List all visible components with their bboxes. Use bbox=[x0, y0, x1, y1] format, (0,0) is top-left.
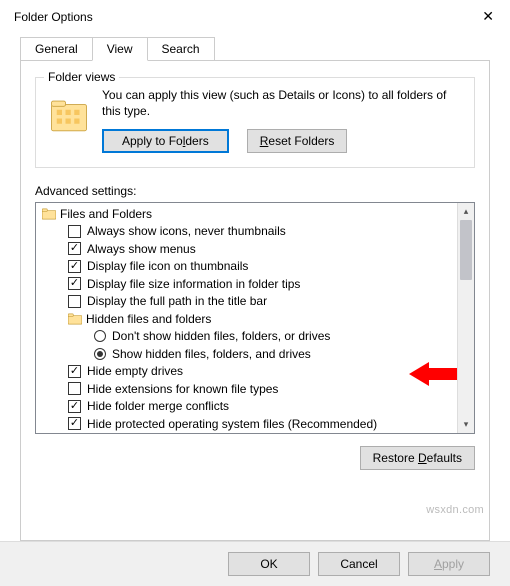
tree-row[interactable]: Show hidden files, folders, and drives bbox=[38, 345, 457, 363]
content-area: General View Search Folder views You can… bbox=[0, 33, 510, 541]
tree-row[interactable]: ✓ Hide folder merge conflicts bbox=[38, 398, 457, 416]
tree-row-label: Files and Folders bbox=[60, 207, 152, 221]
view-tab-panel: Folder views You can apply this view (su… bbox=[20, 60, 490, 541]
tree-row[interactable]: ✓ Hide empty drives bbox=[38, 363, 457, 381]
tree-row[interactable]: ✓ Display file size information in folder… bbox=[38, 275, 457, 293]
apply-to-folders-button[interactable]: Apply to Folders bbox=[102, 129, 229, 153]
radio-icon[interactable] bbox=[94, 330, 106, 342]
tree-row[interactable]: Hide extensions for known file types bbox=[38, 380, 457, 398]
tree-row-label: Display the full path in the title bar bbox=[87, 294, 267, 308]
folder-views-icon bbox=[48, 94, 90, 136]
tree-row-label: Hide folder merge conflicts bbox=[87, 399, 229, 413]
cancel-button[interactable]: Cancel bbox=[318, 552, 400, 576]
tree-row: Files and Folders bbox=[38, 205, 457, 223]
tree-row-label: Hide extensions for known file types bbox=[87, 382, 278, 396]
tree-row-label: Show hidden files, folders, and drives bbox=[112, 347, 311, 361]
tree-row-label: Hidden files and folders bbox=[86, 312, 211, 326]
advanced-settings-tree: Files and Folders Always show icons, neve… bbox=[35, 202, 475, 434]
tree-row[interactable]: ✓ Hide protected operating system files (… bbox=[38, 415, 457, 433]
tree-row-label: Display file size information in folder … bbox=[87, 277, 300, 291]
scroll-down-button[interactable]: ▾ bbox=[458, 416, 474, 433]
checkbox-icon[interactable]: ✓ bbox=[68, 277, 81, 290]
tab-search[interactable]: Search bbox=[147, 37, 215, 60]
checkbox-icon[interactable]: ✓ bbox=[68, 365, 81, 378]
titlebar: Folder Options ✕ bbox=[0, 0, 510, 33]
tree-row-label: Don't show hidden files, folders, or dri… bbox=[112, 329, 330, 343]
tree-row-label: Display file icon on thumbnails bbox=[87, 259, 248, 273]
close-icon[interactable]: ✕ bbox=[478, 8, 498, 25]
tree-row[interactable]: Always show icons, never thumbnails bbox=[38, 223, 457, 241]
dialog-button-bar: OK Cancel Apply bbox=[0, 541, 510, 586]
checkbox-icon[interactable] bbox=[68, 295, 81, 308]
scroll-up-button[interactable]: ▴ bbox=[458, 203, 474, 220]
tree-row[interactable]: Don't show hidden files, folders, or dri… bbox=[38, 328, 457, 346]
restore-defaults-button[interactable]: Restore Defaults bbox=[360, 446, 475, 470]
checkbox-icon[interactable] bbox=[68, 225, 81, 238]
checkbox-icon[interactable] bbox=[68, 382, 81, 395]
folder-views-group: Folder views You can apply this view (su… bbox=[35, 77, 475, 168]
tree-row-label: Always show icons, never thumbnails bbox=[87, 224, 286, 238]
folder-views-description: You can apply this view (such as Details… bbox=[102, 88, 462, 119]
tab-general[interactable]: General bbox=[20, 37, 93, 60]
tree-row-label: Always show menus bbox=[87, 242, 196, 256]
checkbox-icon[interactable]: ✓ bbox=[68, 260, 81, 273]
folder-options-window: Folder Options ✕ General View Search Fol… bbox=[0, 0, 510, 586]
tree-list[interactable]: Files and Folders Always show icons, neve… bbox=[36, 203, 457, 433]
tree-row[interactable]: Display the full path in the title bar bbox=[38, 293, 457, 311]
radio-icon[interactable] bbox=[94, 348, 106, 360]
tree-row-label: Hide empty drives bbox=[87, 364, 183, 378]
reset-folders-button[interactable]: Reset Folders bbox=[247, 129, 348, 153]
window-title: Folder Options bbox=[14, 10, 93, 24]
checkbox-icon[interactable]: ✓ bbox=[68, 400, 81, 413]
checkbox-icon[interactable]: ✓ bbox=[68, 242, 81, 255]
vertical-scrollbar[interactable]: ▴ ▾ bbox=[457, 203, 474, 433]
tab-strip: General View Search bbox=[20, 37, 490, 60]
checkbox-icon[interactable]: ✓ bbox=[68, 417, 81, 430]
scroll-thumb[interactable] bbox=[460, 220, 472, 280]
apply-button[interactable]: Apply bbox=[408, 552, 490, 576]
advanced-settings-label: Advanced settings: bbox=[35, 184, 475, 198]
folder-views-label: Folder views bbox=[44, 70, 119, 84]
tree-row-label: Hide protected operating system files (R… bbox=[87, 417, 377, 431]
tree-row[interactable]: ✓ Display file icon on thumbnails bbox=[38, 258, 457, 276]
tree-row[interactable]: ✓ Always show menus bbox=[38, 240, 457, 258]
tab-view[interactable]: View bbox=[92, 37, 148, 61]
ok-button[interactable]: OK bbox=[228, 552, 310, 576]
scroll-track[interactable] bbox=[458, 220, 474, 416]
tree-row: Hidden files and folders bbox=[38, 310, 457, 328]
